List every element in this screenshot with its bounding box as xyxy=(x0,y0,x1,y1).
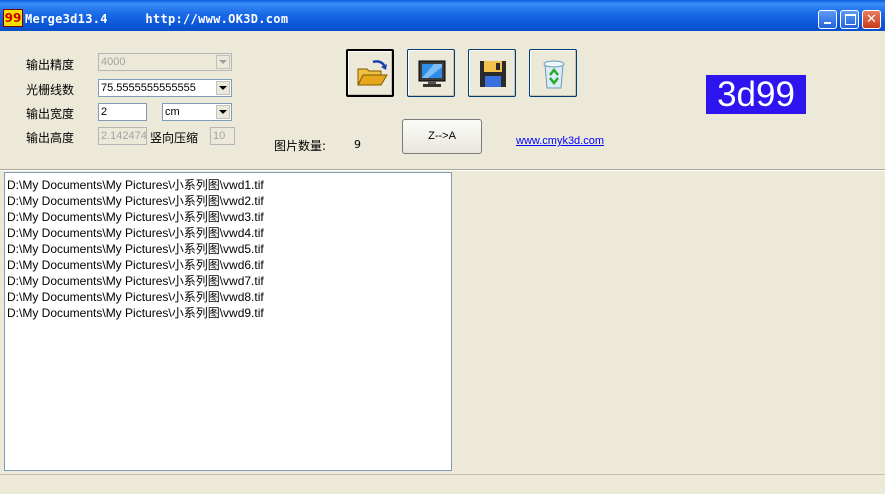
status-bar xyxy=(0,474,885,494)
app-icon[interactable]: 99 xyxy=(3,9,23,27)
list-item[interactable]: D:\My Documents\My Pictures\小系列图\vwd1.ti… xyxy=(7,176,264,193)
height-input[interactable]: 2.142474 xyxy=(98,127,147,145)
sort-button[interactable]: Z-->A xyxy=(402,119,482,154)
title-bar[interactable]: 99 Merge3d13.4 http://www.OK3D.com ✕ xyxy=(0,0,885,31)
height-label: 输出高度 xyxy=(26,131,75,145)
width-input[interactable]: 2 xyxy=(98,103,147,121)
height-value: 2.142474 xyxy=(101,130,147,142)
recycle-bin-icon xyxy=(543,60,565,89)
precision-label: 输出精度 xyxy=(26,58,75,72)
open-button[interactable] xyxy=(346,49,394,97)
list-item[interactable]: D:\My Documents\My Pictures\小系列图\vwd4.ti… xyxy=(7,224,264,241)
window-title: Merge3d13.4 http://www.OK3D.com xyxy=(25,12,289,26)
list-item[interactable]: D:\My Documents\My Pictures\小系列图\vwd6.ti… xyxy=(7,256,264,273)
list-item[interactable]: D:\My Documents\My Pictures\小系列图\vwd5.ti… xyxy=(7,240,264,257)
floppy-save-icon xyxy=(480,61,506,87)
clear-button[interactable] xyxy=(529,49,577,97)
minimize-button[interactable] xyxy=(818,10,837,29)
lpi-select[interactable]: 75.5555555555555 xyxy=(98,79,232,97)
vcompress-input[interactable]: 10 xyxy=(210,127,235,145)
preview-button[interactable] xyxy=(407,49,455,97)
vcompress-label: 竖向压缩 xyxy=(150,131,199,145)
open-folder-icon xyxy=(357,60,388,86)
list-item[interactable]: D:\My Documents\My Pictures\小系列图\vwd8.ti… xyxy=(7,288,264,305)
list-item[interactable]: D:\My Documents\My Pictures\小系列图\vwd9.ti… xyxy=(7,304,264,321)
precision-select[interactable]: 4000 xyxy=(98,53,232,71)
unit-select[interactable]: cm xyxy=(162,103,232,121)
website-link[interactable]: www.cmyk3d.com xyxy=(516,135,604,147)
maximize-button[interactable] xyxy=(840,10,859,29)
monitor-icon xyxy=(418,60,446,87)
image-count-label: 图片数量: xyxy=(274,139,327,153)
precision-value: 4000 xyxy=(101,56,126,68)
vcompress-value: 10 xyxy=(213,130,226,142)
brand-badge: 3d99 xyxy=(706,75,806,114)
dropdown-arrow[interactable] xyxy=(216,81,230,95)
chevron-down-icon xyxy=(219,110,227,114)
save-button[interactable] xyxy=(468,49,516,97)
close-button[interactable]: ✕ xyxy=(862,10,881,29)
image-count-value: 9 xyxy=(354,138,361,151)
minimize-icon xyxy=(824,22,831,24)
app-window: 99 Merge3d13.4 http://www.OK3D.com ✕ 输出精… xyxy=(0,0,885,494)
list-item[interactable]: D:\My Documents\My Pictures\小系列图\vwd7.ti… xyxy=(7,272,264,289)
lpi-label: 光栅线数 xyxy=(26,83,75,97)
list-item[interactable]: D:\My Documents\My Pictures\小系列图\vwd3.ti… xyxy=(7,208,264,225)
unit-value: cm xyxy=(165,106,180,118)
dropdown-arrow xyxy=(216,55,230,69)
width-value: 2 xyxy=(101,106,108,118)
lpi-value: 75.5555555555555 xyxy=(101,82,196,94)
file-list[interactable]: D:\My Documents\My Pictures\小系列图\vwd1.ti… xyxy=(4,172,452,471)
dropdown-arrow[interactable] xyxy=(216,105,230,119)
width-label: 输出宽度 xyxy=(26,107,75,121)
chevron-down-icon xyxy=(219,60,227,64)
separator xyxy=(0,169,885,171)
list-item[interactable]: D:\My Documents\My Pictures\小系列图\vwd2.ti… xyxy=(7,192,264,209)
maximize-icon xyxy=(845,14,856,25)
chevron-down-icon xyxy=(219,86,227,90)
close-icon: ✕ xyxy=(866,12,877,27)
